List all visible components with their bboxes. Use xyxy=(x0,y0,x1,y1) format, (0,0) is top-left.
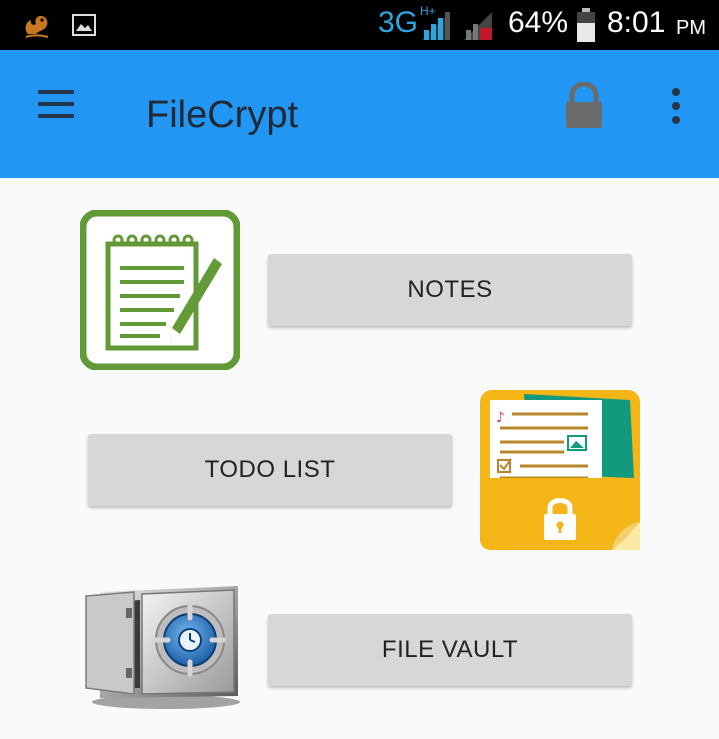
file-vault-button[interactable]: FILE VAULT xyxy=(268,614,632,686)
svg-text:♪: ♪ xyxy=(496,410,505,426)
signal-sim2-icon xyxy=(464,12,492,40)
app-bar: FileCrypt xyxy=(0,50,719,178)
more-vert-icon-dot xyxy=(672,116,680,124)
uc-browser-icon xyxy=(25,15,49,38)
overflow-menu-button[interactable] xyxy=(664,86,688,130)
lock-icon xyxy=(566,81,602,128)
clock-ampm: PM xyxy=(676,17,706,39)
safe-icon[interactable] xyxy=(80,578,242,710)
more-vert-icon xyxy=(672,88,680,96)
lock-button[interactable] xyxy=(562,81,606,130)
locked-folder-icon[interactable]: ♪ xyxy=(480,390,640,550)
notes-button[interactable]: NOTES xyxy=(268,254,632,326)
todo-list-button[interactable]: TODO LIST xyxy=(88,434,452,506)
app-title: FileCrypt xyxy=(146,94,299,136)
notepad-icon[interactable] xyxy=(79,209,241,371)
clock-time: 8:01 xyxy=(607,6,666,39)
hamburger-icon-line xyxy=(38,114,74,118)
network-type: 3G xyxy=(378,6,419,39)
status-bar: 3G H+ 64% 8:01 PM xyxy=(0,0,719,50)
battery-percent: 64% xyxy=(508,6,569,39)
hamburger-icon xyxy=(38,90,74,94)
hamburger-icon-line xyxy=(38,102,74,106)
signal-strength-icon xyxy=(422,12,450,40)
gallery-icon xyxy=(72,14,96,36)
battery-icon xyxy=(577,8,595,42)
menu-button[interactable] xyxy=(34,88,78,128)
more-vert-icon-dot xyxy=(672,102,680,110)
